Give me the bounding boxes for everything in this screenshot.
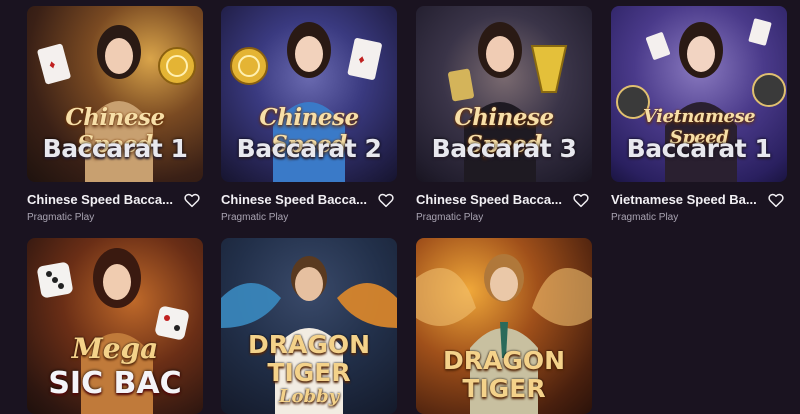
game-provider: Pragmatic Play	[27, 212, 95, 223]
game-art-subtitle: Baccarat 2	[236, 134, 382, 163]
game-meta: Chinese Speed Bacca... Pragmatic Play	[221, 182, 399, 226]
game-thumbnail[interactable]: Mega SIC BAC	[27, 238, 203, 414]
game-thumbnail[interactable]: ♦ Chinese Speed Baccarat 1	[27, 6, 203, 182]
game-art-subtitle: Baccarat 1	[42, 134, 188, 163]
game-name[interactable]: Vietnamese Speed Ba...	[611, 192, 761, 207]
heart-outline-icon[interactable]	[183, 191, 201, 209]
game-art-subtitle: TIGER	[267, 358, 351, 387]
game-art-title: DRAGON	[247, 330, 371, 359]
game-meta: Vietnamese Speed Ba... Pragmatic Play	[611, 182, 789, 226]
game-art-tagline: Lobby	[278, 386, 340, 407]
game-art-subtitle: SIC BAC	[48, 366, 182, 401]
game-name[interactable]: Chinese Speed Bacca...	[27, 192, 177, 207]
game-name[interactable]: Chinese Speed Bacca...	[221, 192, 371, 207]
game-thumbnail[interactable]: Vietnamese Speed Baccarat 1	[611, 6, 787, 182]
game-thumbnail[interactable]: DRAGON TIGER	[416, 238, 592, 414]
game-thumbnail[interactable]: DRAGON TIGER Lobby	[221, 238, 397, 414]
heart-outline-icon[interactable]	[377, 191, 395, 209]
game-art-subtitle: TIGER	[462, 374, 546, 403]
game-card[interactable]: ♦ Chinese Speed Baccarat 2 Chinese Speed…	[221, 6, 399, 226]
heart-outline-icon[interactable]	[767, 191, 785, 209]
game-art-subtitle: Baccarat 3	[431, 134, 577, 163]
game-art-title: DRAGON	[442, 346, 566, 375]
game-thumbnail[interactable]: ♦ Chinese Speed Baccarat 2	[221, 6, 397, 182]
game-card[interactable]: Vietnamese Speed Baccarat 1 Vietnamese S…	[611, 6, 789, 226]
game-name[interactable]: Chinese Speed Bacca...	[416, 192, 566, 207]
game-card[interactable]: DRAGON TIGER	[416, 238, 594, 414]
game-provider: Pragmatic Play	[416, 212, 484, 223]
game-thumbnail[interactable]: Chinese Speed Baccarat 3	[416, 6, 592, 182]
game-card[interactable]: Chinese Speed Baccarat 3 Chinese Speed B…	[416, 6, 594, 226]
game-card[interactable]: ♦ Chinese Speed Baccarat 1 Chinese Speed…	[27, 6, 205, 226]
game-meta: Chinese Speed Bacca... Pragmatic Play	[416, 182, 594, 226]
game-art-subtitle: Baccarat 1	[626, 134, 772, 163]
game-provider: Pragmatic Play	[611, 212, 679, 223]
game-meta: Chinese Speed Bacca... Pragmatic Play	[27, 182, 205, 226]
game-provider: Pragmatic Play	[221, 212, 289, 223]
game-card[interactable]: DRAGON TIGER Lobby	[221, 238, 399, 414]
game-card[interactable]: Mega SIC BAC	[27, 238, 205, 414]
game-art-title: Mega	[71, 332, 159, 365]
heart-outline-icon[interactable]	[572, 191, 590, 209]
game-grid: ♦ Chinese Speed Baccarat 1 Chinese Speed…	[0, 0, 800, 414]
